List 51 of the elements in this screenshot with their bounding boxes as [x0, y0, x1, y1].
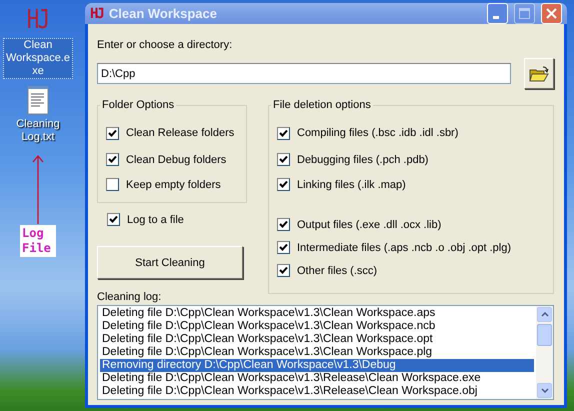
checkbox[interactable] [106, 126, 119, 140]
checkbox[interactable] [277, 153, 290, 166]
scroll-up-button[interactable] [537, 307, 552, 322]
scroll-down-button[interactable] [537, 383, 552, 398]
checkbox-label: Output files (.exe .dll .ocx .lib) [297, 218, 442, 232]
checkbox-label: Other files (.scc) [297, 264, 378, 278]
window-title: Clean Workspace [108, 6, 218, 21]
browse-button[interactable] [524, 58, 554, 89]
checkbox-label: Compiling files (.bsc .idb .idl .sbr) [297, 126, 458, 140]
checkbox[interactable] [277, 178, 290, 191]
notepad-icon[interactable] [27, 85, 49, 115]
app-logo: HJ [90, 6, 103, 22]
checkbox[interactable] [277, 241, 290, 254]
log-line[interactable]: Deleting file D:\Cpp\Clean Workspace\v1.3\Clean Workspace.opt [100, 333, 534, 346]
close-icon [546, 8, 557, 19]
checkbox[interactable] [106, 178, 119, 191]
chevron-up-icon [540, 312, 548, 317]
minimize-icon [493, 16, 499, 19]
group-title: File deletion options [272, 99, 372, 111]
log-line[interactable]: Deleting file D:\Cpp\Clean Workspace\v1.3\Clean Workspace.aps [100, 307, 534, 320]
directory-field[interactable]: D:\Cpp [97, 63, 511, 84]
checkbox[interactable] [107, 213, 120, 226]
checkbox[interactable] [277, 218, 290, 231]
checkbox-label: Debugging files (.pch .pdb) [297, 152, 428, 166]
checkbox[interactable] [106, 153, 119, 166]
log-line[interactable]: Deleting file D:\Cpp\Clean Workspace\v1.3\Clean Workspace.plg [100, 346, 534, 359]
close-button[interactable] [541, 3, 562, 24]
start-cleaning-button[interactable]: Start Cleaning [97, 246, 243, 279]
desktop-icon-label[interactable]: Clean Workspace.exe [3, 38, 73, 79]
checkbox[interactable] [277, 126, 290, 140]
chevron-down-icon [540, 388, 548, 393]
log-line[interactable]: Deleting file D:\Cpp\Clean Workspace\v1.3\Release\Clean Workspace.exe [100, 372, 534, 385]
group-title: Folder Options [101, 99, 176, 111]
checkbox-label: Linking files (.ilk .map) [297, 178, 406, 192]
minimize-button[interactable] [487, 3, 508, 24]
log-line[interactable]: Deleting file D:\Cpp\Clean Workspace\v1.3\Clean Workspace.ncb [100, 320, 534, 333]
checkbox-label: Clean Debug folders [126, 152, 226, 166]
log-line[interactable]: Deleting file D:\Cpp\Clean Workspace\v1.3\Release\Clean Workspace.obj [100, 385, 534, 398]
checkbox-label: Intermediate files (.aps .ncb .o .obj .opt .plg) [297, 240, 512, 254]
maximize-icon [519, 8, 530, 19]
checkbox[interactable] [277, 264, 290, 277]
folder-icon [529, 66, 549, 82]
annotation-label: Log File [20, 225, 56, 257]
checkbox-label: Clean Release folders [126, 126, 234, 140]
directory-label: Enter or choose a directory: [97, 38, 234, 52]
scrollbar[interactable] [536, 306, 553, 399]
log-label: Cleaning log: [97, 291, 162, 303]
scroll-thumb[interactable] [537, 324, 552, 346]
checkbox-label: Log to a file [127, 212, 184, 226]
checkbox-label: Keep empty folders [126, 178, 221, 192]
up-arrow [32, 155, 44, 225]
